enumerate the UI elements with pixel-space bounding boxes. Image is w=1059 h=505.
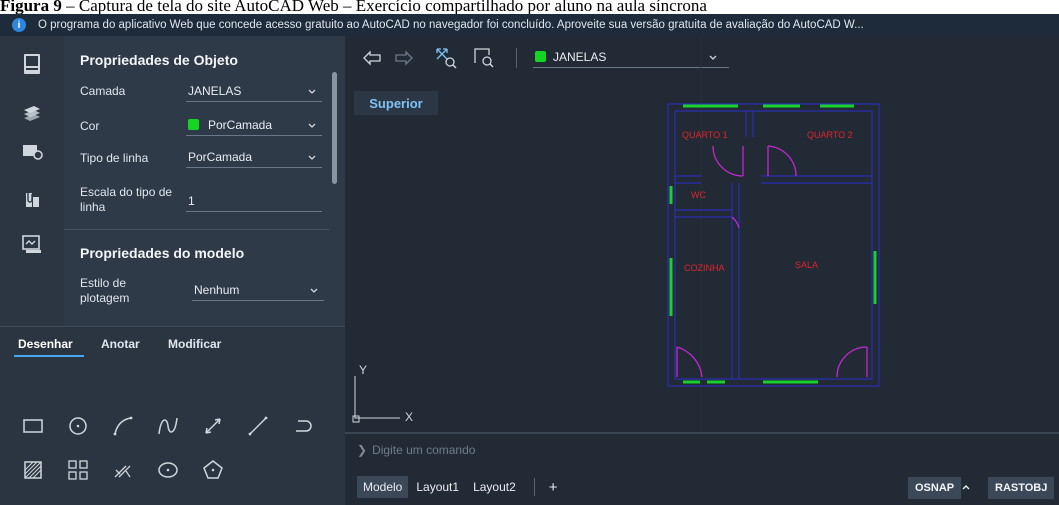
banner-text: O programa do aplicativo Web que concede…	[38, 19, 864, 31]
rastobj-button[interactable]: RASTOBJ	[988, 477, 1055, 499]
autocad-web-app: Propriedades de Objeto Camada JANELAS Co…	[0, 36, 1059, 505]
room-label-quarto-1: QUARTO 1	[682, 130, 728, 140]
room-label-quarto-2: QUARTO 2	[807, 130, 853, 140]
drawing-area[interactable]: JANELAS Superior QUARTO 1 QUARTO 2 WC CO…	[345, 36, 1059, 505]
info-icon: i	[12, 18, 26, 32]
room-label-sala: SALA	[795, 260, 818, 270]
tab-modificar[interactable]: Modificar	[168, 337, 221, 351]
trim-icon[interactable]	[110, 457, 136, 483]
layout-tabs-bar: Modelo Layout1 Layout2 + OSNAP RASTOBJ	[345, 469, 1059, 505]
ellipse-icon[interactable]	[155, 457, 181, 483]
room-label-cozinha: COZINHA	[684, 263, 725, 273]
linetype-select[interactable]: PorCamada	[186, 146, 322, 168]
ucs-y-label: Y	[359, 363, 367, 377]
osnap-button[interactable]: OSNAP	[908, 477, 962, 499]
plot-style-select[interactable]: Nenhum	[192, 279, 324, 301]
chevron-down-icon	[308, 123, 316, 128]
line-icon[interactable]	[245, 413, 271, 439]
figure-caption: Figura 9 – Captura de tela do site AutoC…	[0, 0, 707, 14]
tab-modelo[interactable]: Modelo	[357, 476, 409, 498]
chevron-up-icon[interactable]	[961, 482, 971, 492]
layers-icon[interactable]	[20, 102, 44, 126]
add-layout-button[interactable]: +	[549, 479, 558, 496]
arc-icon[interactable]	[110, 413, 136, 439]
active-tab-indicator	[14, 355, 84, 357]
polyline-icon[interactable]	[290, 413, 316, 439]
color-label: Cor	[80, 119, 100, 133]
tab-desenhar[interactable]: Desenhar	[18, 337, 73, 351]
hatch-icon[interactable]	[20, 457, 46, 483]
color-select[interactable]: PorCamada	[186, 114, 322, 136]
ucs-icon	[352, 376, 400, 423]
room-label-wc: WC	[691, 190, 706, 200]
chevron-right-icon: ❯	[357, 443, 368, 457]
properties-panel: Propriedades de Objeto Camada JANELAS Co…	[64, 36, 345, 326]
chevron-down-icon	[308, 155, 316, 160]
section-divider	[64, 229, 329, 230]
tab-divider	[533, 478, 535, 496]
command-line[interactable]: ❯ Digite um comando	[345, 432, 1059, 466]
blocks-icon[interactable]	[20, 138, 44, 162]
attach-icon[interactable]	[20, 188, 44, 212]
array-icon[interactable]	[65, 457, 91, 483]
draw-tools-panel: Desenhar Anotar Modificar	[0, 326, 345, 505]
object-properties-title: Propriedades de Objeto	[80, 52, 238, 68]
chevron-down-icon	[310, 288, 318, 293]
notification-banner: i O programa do aplicativo Web que conce…	[0, 14, 1059, 36]
left-icon-bar	[0, 36, 64, 326]
chevron-down-icon	[308, 89, 316, 94]
spline-icon[interactable]	[155, 413, 181, 439]
model-properties-title: Propriedades do modelo	[80, 245, 245, 261]
layer-label: Camada	[80, 84, 126, 98]
linetype-scale-input[interactable]: 1	[186, 190, 322, 212]
ucs-x-label: X	[405, 410, 413, 424]
color-swatch	[188, 119, 199, 130]
circle-icon[interactable]	[65, 413, 91, 439]
plot-style-label: Estilo de plotagem	[80, 276, 130, 305]
floor-plan[interactable]: QUARTO 1 QUARTO 2 WC COZINHA SALA Y X	[345, 36, 1059, 432]
linetype-label: Tipo de linha	[80, 151, 149, 165]
xref-icon[interactable]	[20, 232, 44, 256]
rectangle-icon[interactable]	[20, 413, 46, 439]
properties-panel-icon[interactable]	[20, 52, 44, 76]
linetype-scale-label: Escala do tipo de linha	[80, 185, 173, 214]
command-placeholder: Digite um comando	[372, 443, 476, 457]
polygon-icon[interactable]	[200, 457, 226, 483]
layer-select[interactable]: JANELAS	[186, 80, 322, 102]
tab-anotar[interactable]: Anotar	[101, 337, 140, 351]
tab-layout1[interactable]: Layout1	[410, 476, 465, 498]
measure-icon[interactable]	[200, 413, 226, 439]
tab-layout2[interactable]: Layout2	[467, 476, 522, 498]
panel-scrollbar[interactable]	[332, 72, 337, 184]
